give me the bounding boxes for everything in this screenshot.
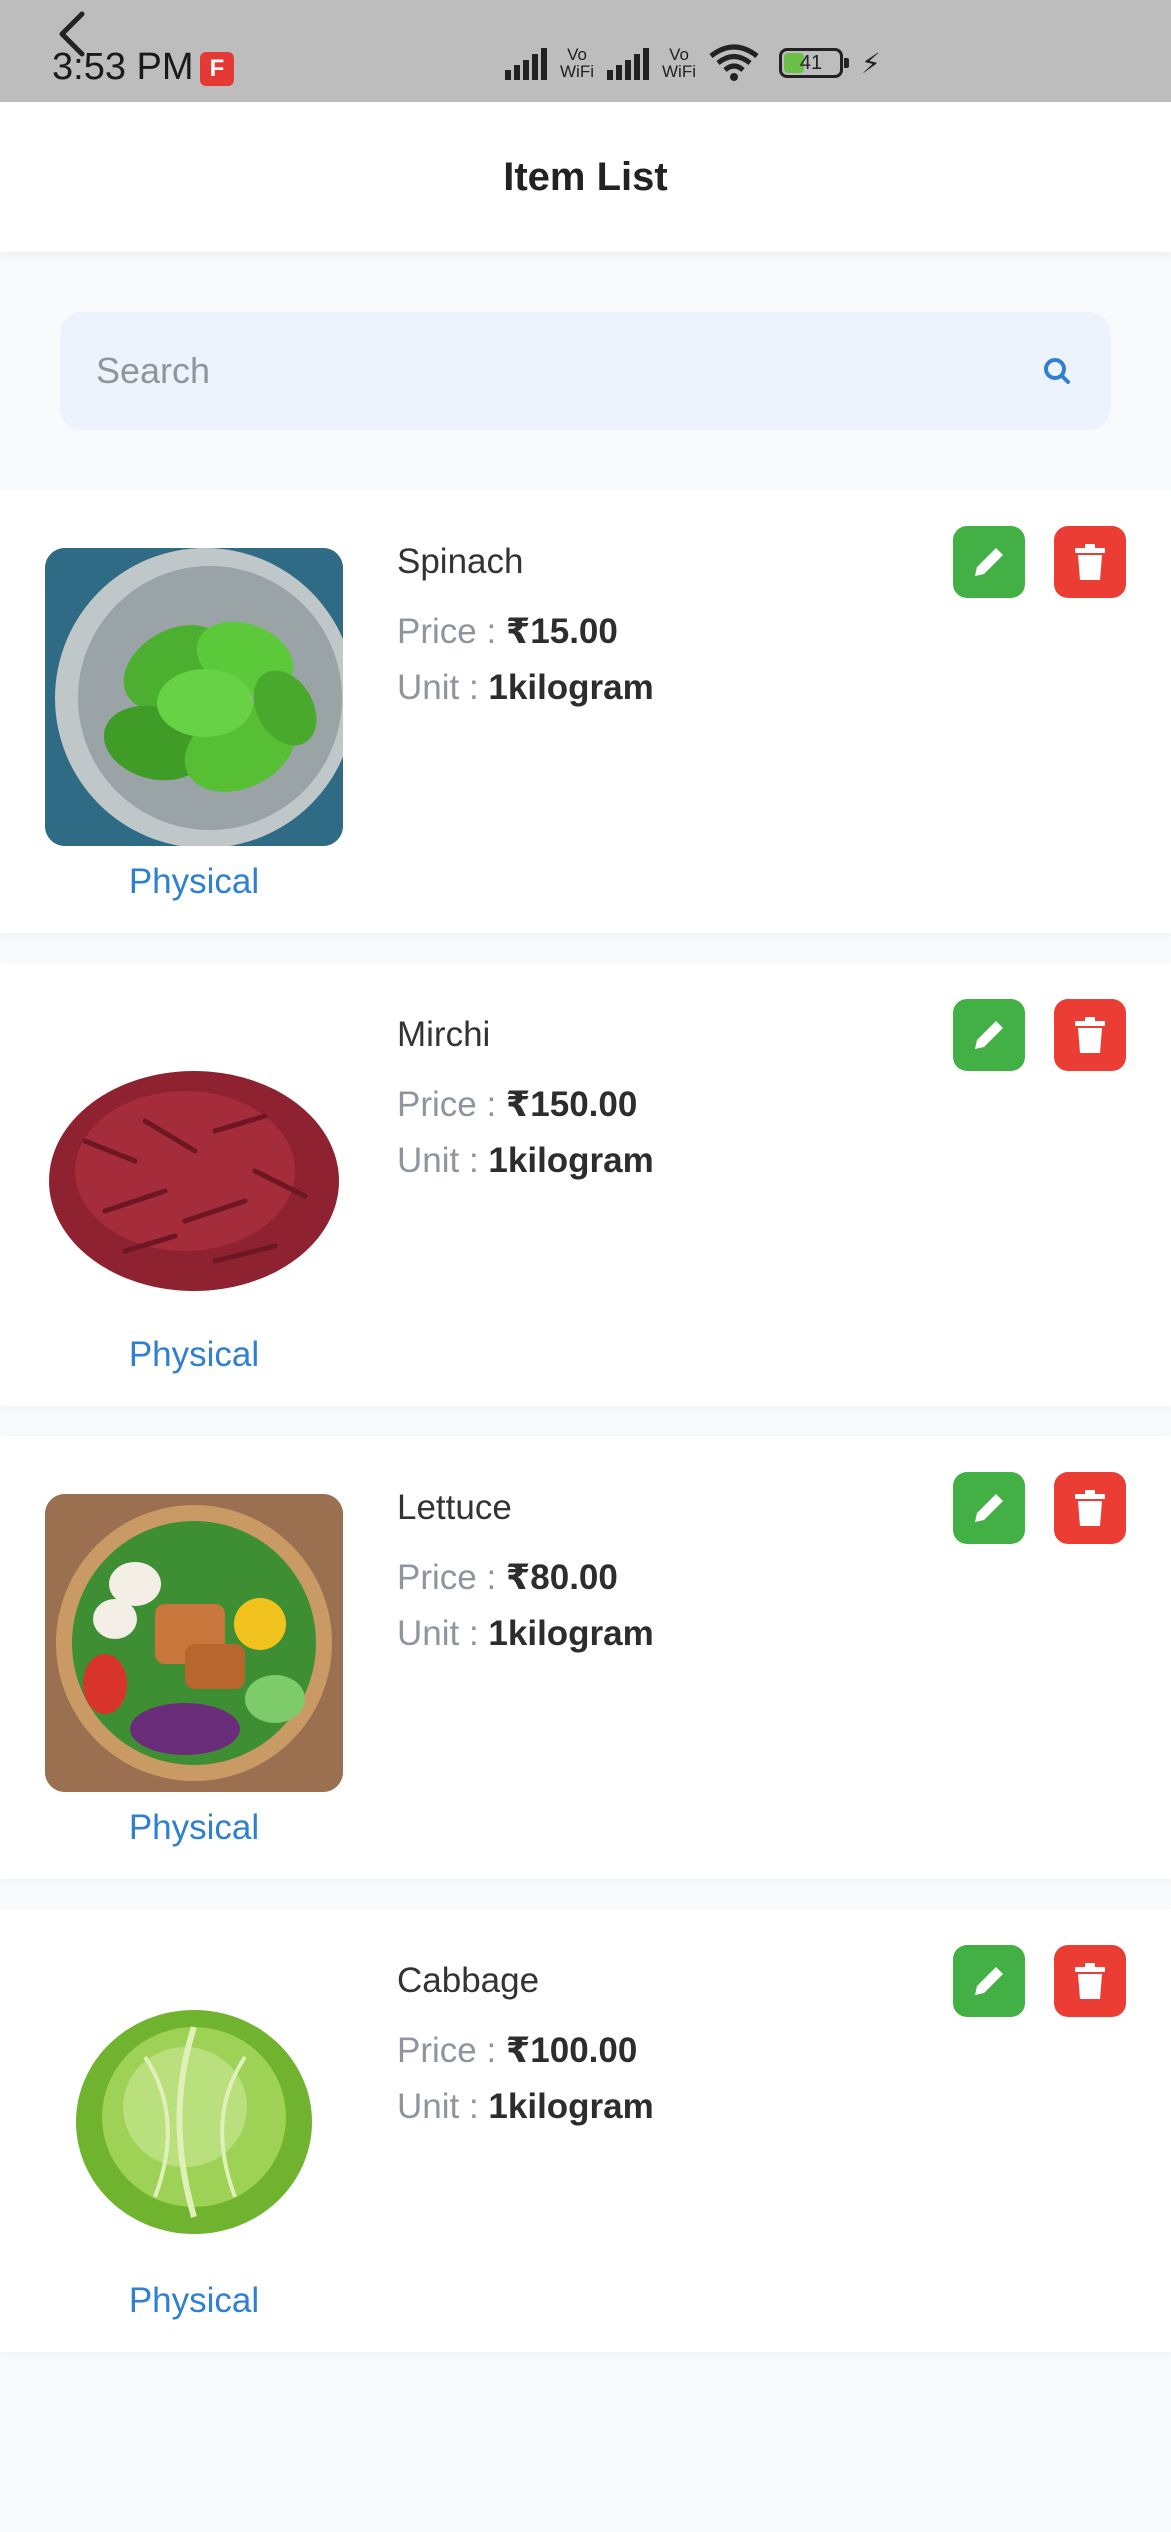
- edit-button[interactable]: [953, 526, 1025, 598]
- item-name: Spinach: [397, 542, 524, 581]
- list-item[interactable]: Physical Cabbage Price : ₹100.00 Unit : …: [0, 1909, 1171, 2352]
- item-price: Price : ₹15.00: [397, 612, 618, 652]
- search-bar: [60, 312, 1111, 430]
- unit-label: Unit :: [397, 2087, 489, 2126]
- edit-button[interactable]: [953, 1945, 1025, 2017]
- search-icon[interactable]: [1037, 351, 1077, 391]
- battery-icon: 41: [779, 48, 849, 78]
- item-price: Price : ₹150.00: [397, 1085, 637, 1125]
- list-item[interactable]: Physical Spinach Price : ₹15.00 Unit : 1…: [0, 490, 1171, 933]
- signal-icon: [505, 46, 547, 80]
- price-label: Price :: [397, 1085, 506, 1124]
- item-name: Mirchi: [397, 1015, 491, 1054]
- battery-level: 41: [799, 52, 823, 74]
- edit-button[interactable]: [953, 1472, 1025, 1544]
- vowifi-label-2: Vo WiFi: [662, 45, 696, 81]
- unit-value: 1kilogram: [488, 2087, 654, 2126]
- lettuce-image: [45, 1494, 343, 1792]
- item-unit: Unit : 1kilogram: [397, 668, 654, 708]
- charging-icon: ⚡: [861, 47, 881, 79]
- unit-label: Unit :: [397, 1614, 489, 1653]
- mirchi-image: [45, 1021, 343, 1319]
- pencil-icon: [975, 1021, 1003, 1049]
- app-notification-icon: F: [200, 52, 234, 86]
- pencil-icon: [975, 1494, 1003, 1522]
- status-bar: 3:53 PM F Vo WiFi Vo WiFi 41 ⚡: [0, 0, 1171, 102]
- item-type: Physical: [128, 2281, 260, 2320]
- price-value: ₹100.00: [505, 2031, 638, 2070]
- price-label: Price :: [397, 2031, 506, 2070]
- item-name: Lettuce: [397, 1488, 512, 1527]
- delete-button[interactable]: [1054, 1945, 1126, 2017]
- unit-label: Unit :: [397, 668, 489, 707]
- pencil-icon: [975, 548, 1003, 576]
- cabbage-image: [45, 1967, 343, 2265]
- vowifi-label-1: Vo WiFi: [560, 45, 594, 81]
- unit-label: Unit :: [397, 1141, 489, 1180]
- item-unit: Unit : 1kilogram: [397, 2087, 654, 2127]
- pencil-icon: [975, 1967, 1003, 1995]
- trash-icon: [1075, 1017, 1105, 1053]
- price-label: Price :: [397, 1558, 506, 1597]
- list-item[interactable]: Physical Lettuce Price : ₹80.00 Unit : 1…: [0, 1436, 1171, 1879]
- search-section: [0, 252, 1171, 430]
- trash-icon: [1075, 544, 1105, 580]
- item-type: Physical: [128, 862, 260, 901]
- item-type: Physical: [128, 1808, 260, 1847]
- item-unit: Unit : 1kilogram: [397, 1614, 654, 1654]
- signal-icon: [607, 46, 649, 80]
- trash-icon: [1075, 1963, 1105, 1999]
- status-icons: Vo WiFi Vo WiFi 41 ⚡: [505, 44, 881, 82]
- item-unit: Unit : 1kilogram: [397, 1141, 654, 1181]
- page-title: Item List: [503, 154, 668, 199]
- item-price: Price : ₹100.00: [397, 2031, 637, 2071]
- back-button[interactable]: [48, 4, 98, 64]
- item-name: Cabbage: [397, 1961, 540, 2000]
- spinach-image: [45, 548, 343, 846]
- edit-button[interactable]: [953, 999, 1025, 1071]
- app-header: Item List: [0, 11, 1171, 252]
- wifi-icon: [709, 44, 759, 81]
- chevron-left-icon: [59, 11, 85, 57]
- price-label: Price :: [397, 612, 506, 651]
- unit-value: 1kilogram: [488, 1141, 654, 1180]
- unit-value: 1kilogram: [488, 668, 654, 707]
- price-value: ₹150.00: [505, 1085, 638, 1124]
- price-value: ₹80.00: [505, 1558, 618, 1597]
- delete-button[interactable]: [1054, 1472, 1126, 1544]
- delete-button[interactable]: [1054, 526, 1126, 598]
- trash-icon: [1075, 1490, 1105, 1526]
- item-type: Physical: [128, 1335, 260, 1374]
- list-item[interactable]: Physical Mirchi Price : ₹150.00 Unit : 1…: [0, 963, 1171, 1406]
- item-list: Physical Spinach Price : ₹15.00 Unit : 1…: [0, 490, 1171, 2352]
- unit-value: 1kilogram: [488, 1614, 654, 1653]
- price-value: ₹15.00: [505, 612, 618, 651]
- search-input[interactable]: [94, 349, 1037, 393]
- item-price: Price : ₹80.00: [397, 1558, 618, 1598]
- delete-button[interactable]: [1054, 999, 1126, 1071]
